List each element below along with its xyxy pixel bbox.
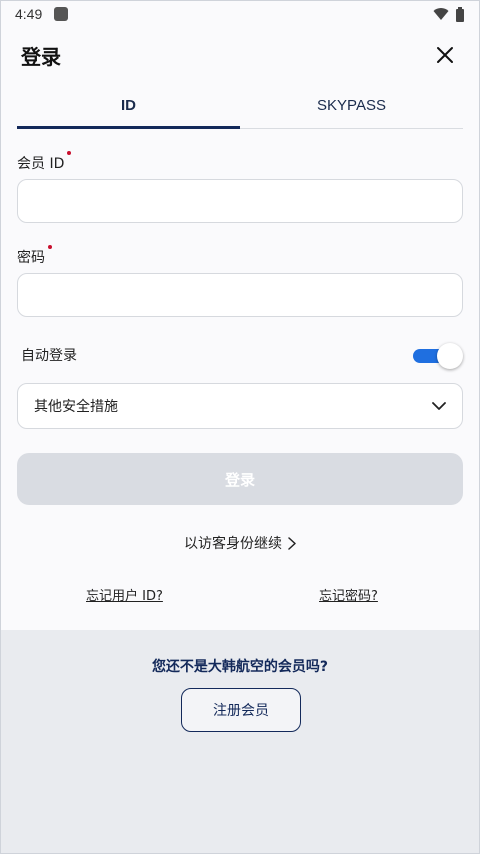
forgot-links-row: 忘记用户 ID? 忘记密码? <box>1 585 479 607</box>
toggle-thumb <box>437 343 463 369</box>
guest-continue-label: 以访客身份继续 <box>184 536 282 552</box>
close-button[interactable] <box>431 41 459 69</box>
password-label: 密码 <box>17 245 52 267</box>
battery-icon <box>456 6 464 22</box>
signup-panel: 您还不是大韩航空的会员吗? 注册会员 <box>1 630 479 853</box>
member-id-label-text: 会员 ID <box>17 156 65 172</box>
tab-skypass[interactable]: SKYPASS <box>240 83 463 128</box>
signup-question: 您还不是大韩航空的会员吗? <box>151 659 329 675</box>
chevron-right-icon <box>288 536 296 550</box>
forgot-password-link[interactable]: 忘记密码? <box>319 585 378 604</box>
login-button[interactable]: 登录 <box>17 453 463 505</box>
notification-icon <box>54 7 69 21</box>
password-input[interactable] <box>17 273 463 317</box>
password-label-text: 密码 <box>17 250 45 266</box>
tab-id[interactable]: ID <box>17 83 240 129</box>
status-bar: 4:49 <box>1 1 479 27</box>
status-icons <box>433 6 465 22</box>
status-time: 4:49 <box>15 6 43 22</box>
forgot-user-id-link[interactable]: 忘记用户 ID? <box>86 585 163 604</box>
required-indicator <box>67 151 72 155</box>
signup-button[interactable]: 注册会员 <box>181 688 301 732</box>
login-tabs: ID SKYPASS <box>17 83 463 129</box>
wifi-icon <box>433 8 449 20</box>
chevron-down-icon <box>432 401 446 411</box>
member-id-label: 会员 ID <box>17 151 72 173</box>
auto-login-label: 自动登录 <box>21 348 77 364</box>
guest-continue-link[interactable]: 以访客身份继续 <box>1 531 479 555</box>
page-title: 登录 <box>21 44 61 69</box>
member-id-input[interactable] <box>17 179 463 223</box>
header: 登录 <box>1 27 479 83</box>
required-indicator <box>48 245 52 249</box>
auto-login-row: 自动登录 <box>21 341 463 369</box>
security-measures-select[interactable]: 其他安全措施 <box>17 383 463 429</box>
close-icon <box>437 47 453 63</box>
security-measures-value: 其他安全措施 <box>34 399 118 415</box>
auto-login-toggle[interactable] <box>413 341 463 369</box>
